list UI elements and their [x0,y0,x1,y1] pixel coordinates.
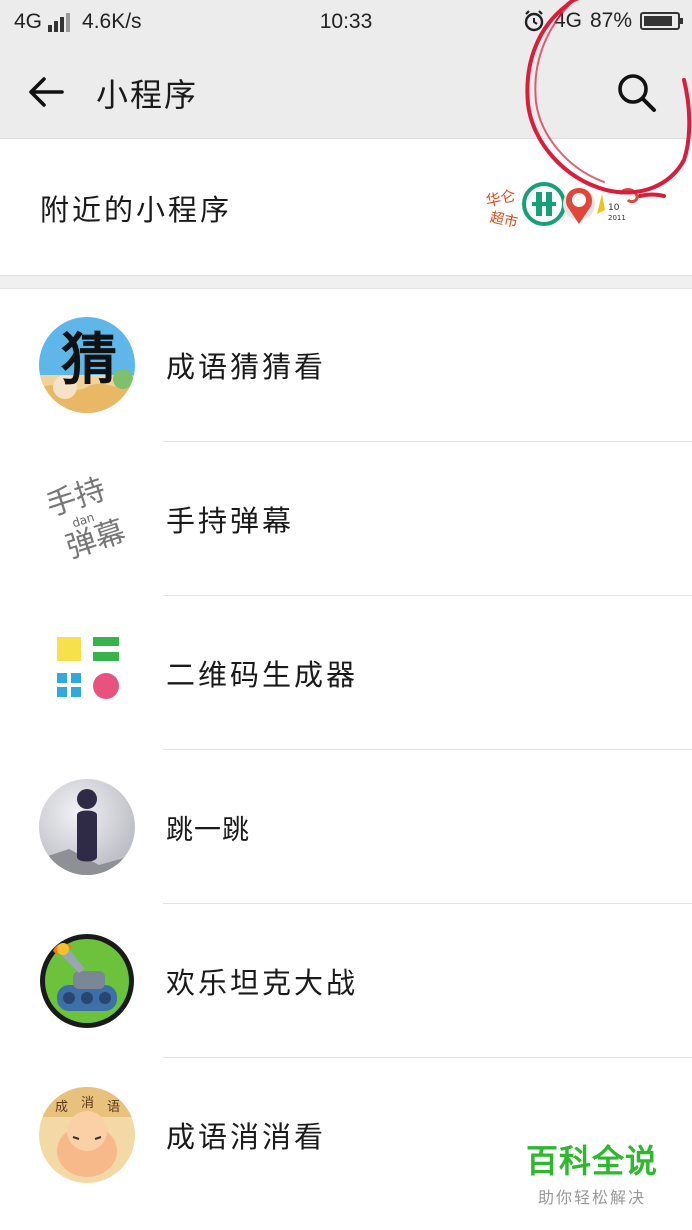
network-type-right: 4G [553,9,582,32]
idiom-match-char-1: 成 [55,1100,68,1115]
idiom-guess-char: 猜 [61,327,117,393]
status-left: 4G 4.6K/s [14,10,142,34]
qrcode-generator-icon [57,637,119,699]
app-name: 成语消消看 [166,1120,327,1154]
list-item[interactable]: 欢乐坦克大战 [0,904,692,1058]
page-title: 小程序 [96,76,199,114]
status-right: 4G 87% [522,9,683,33]
mini-program-list: 猜 成语猜猜看 手持 dan 弹幕 手持弹幕 二维码生成器 跳一跳 欢乐坦克大战… [0,288,692,1212]
watermark-subtitle: 助你轻松解决 [537,1188,646,1207]
nearby-label: 附近的小程序 [40,193,233,227]
list-item[interactable]: 二维码生成器 [0,596,692,750]
watermark-title: 百科全说 [525,1142,658,1180]
nearby-logo-text-1: 华仑 [484,186,517,210]
watermark: 百科全说 助你轻松解决 [512,1136,672,1208]
alarm-icon [524,10,544,32]
arrow-left-icon[interactable] [22,70,70,114]
svg-text:2011: 2011 [608,214,626,222]
search-icon[interactable] [612,68,662,118]
app-name: 成语猜猜看 [166,350,327,384]
network-speed: 4.6K/s [82,10,142,33]
idiom-match-char-3: 语 [107,1100,120,1115]
jump-game-icon [39,779,135,875]
svg-text:10: 10 [608,203,620,213]
list-item[interactable]: 猜 成语猜猜看 [0,288,692,442]
idiom-guess-icon: 猜 [39,317,135,413]
tank-battle-icon [40,934,134,1028]
status-bar: 4G 4.6K/s 10:33 4G 87% [0,0,692,46]
list-item[interactable]: 跳一跳 [0,750,692,904]
app-name: 手持弹幕 [166,504,295,538]
nearby-logo-text-2: 超市 [489,209,520,230]
battery-percent: 87% [589,9,632,32]
battery-icon [640,12,683,30]
signal-icon [48,12,71,32]
app-name: 跳一跳 [166,815,250,846]
nav-bar: 小程序 [0,46,692,139]
section-gap [0,275,692,289]
app-name: 二维码生成器 [166,658,359,692]
nearby-logos: 华仑 超市 10 2011 [484,182,639,230]
handheld-danmaku-icon: 手持 dan 弹幕 [39,471,135,567]
app-name: 欢乐坦克大战 [166,966,359,1000]
idiom-match-icon: 成 消 语 [39,1087,135,1183]
list-item[interactable]: 手持 dan 弹幕 手持弹幕 [0,442,692,596]
idiom-match-char-2: 消 [81,1096,94,1111]
network-type: 4G [14,10,43,33]
